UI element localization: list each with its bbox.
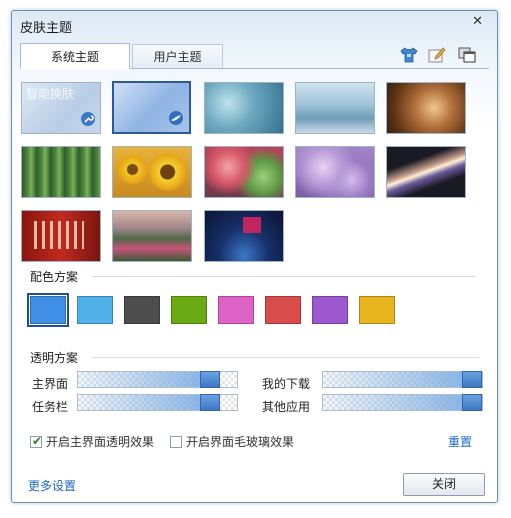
theme-thumb-lilac[interactable] xyxy=(295,146,375,198)
theme-thumb-silk[interactable] xyxy=(386,82,466,134)
theme-thumb-night-globe[interactable] xyxy=(204,210,284,262)
theme-thumb-red-banner[interactable] xyxy=(21,210,101,262)
slider-thumb[interactable] xyxy=(200,371,220,388)
color-swatch[interactable] xyxy=(359,296,395,324)
slider-label-other-apps: 其他应用 xyxy=(262,400,311,414)
color-swatch[interactable] xyxy=(171,296,207,324)
color-scheme-title: 配色方案 xyxy=(30,270,79,284)
theme-thumb-blur-flowers[interactable] xyxy=(204,146,284,198)
theme-thumb-light-streak[interactable] xyxy=(386,146,466,198)
slider-fill xyxy=(78,395,200,410)
slider-thumb[interactable] xyxy=(462,394,482,411)
skin-theme-dialog: 皮肤主题 ✕ 系统主题 用户主题 智能换肤 配色方案 透明方案 主界面 我的下载… xyxy=(11,10,498,503)
checkbox-label: 开启主界面透明效果 xyxy=(46,435,155,449)
slider-label-main: 主界面 xyxy=(32,377,69,391)
checkbox-frosted-glass[interactable]: ✔ 开启界面毛玻璃效果 xyxy=(170,433,294,450)
theme-thumb-bokeh[interactable] xyxy=(204,82,284,134)
theme-thumb-bamboo[interactable] xyxy=(21,146,101,198)
more-settings-link[interactable]: 更多设置 xyxy=(28,477,76,494)
slider-thumb[interactable] xyxy=(200,394,220,411)
transparency-divider xyxy=(92,357,479,358)
checkbox-box[interactable]: ✔ xyxy=(170,436,182,448)
theme-thumb-flower-field[interactable] xyxy=(112,210,192,262)
slider-main-window[interactable] xyxy=(77,371,238,388)
theme-thumb-smart[interactable]: 智能换肤 xyxy=(21,82,101,134)
slider-thumb[interactable] xyxy=(462,371,482,388)
slider-other-apps[interactable] xyxy=(322,394,483,411)
color-swatch[interactable] xyxy=(265,296,301,324)
edit-icon[interactable] xyxy=(428,46,446,64)
close-button[interactable]: 关闭 xyxy=(403,473,485,496)
theme-thumb-sunflower[interactable] xyxy=(112,146,192,198)
color-swatch[interactable] xyxy=(218,296,254,324)
dialog-title: 皮肤主题 xyxy=(20,21,73,36)
checkmark-icon: ✔ xyxy=(32,434,43,448)
slider-taskbar[interactable] xyxy=(77,394,238,411)
theme-thumb-label: 智能换肤 xyxy=(26,87,75,101)
checkbox-label: 开启界面毛玻璃效果 xyxy=(186,435,295,449)
close-icon[interactable]: ✕ xyxy=(472,14,483,29)
slider-fill xyxy=(323,372,462,387)
color-swatch[interactable] xyxy=(27,293,69,327)
tab-user-theme[interactable]: 用户主题 xyxy=(132,44,223,69)
slider-label-taskbar: 任务栏 xyxy=(32,400,69,414)
wrench-icon xyxy=(80,111,96,130)
slider-fill xyxy=(78,372,200,387)
checkbox-box[interactable]: ✔ xyxy=(30,434,43,448)
slider-downloads[interactable] xyxy=(322,371,483,388)
slider-fill xyxy=(323,395,462,410)
color-swatch[interactable] xyxy=(77,296,113,324)
reset-link[interactable]: 重置 xyxy=(448,433,472,450)
tab-system-theme[interactable]: 系统主题 xyxy=(20,43,130,69)
bird-icon xyxy=(167,110,185,129)
shirt-icon[interactable] xyxy=(400,46,418,64)
transparency-title: 透明方案 xyxy=(30,351,79,365)
color-scheme-divider xyxy=(92,276,475,277)
color-swatch[interactable] xyxy=(312,296,348,324)
theme-thumb-mountains[interactable] xyxy=(295,82,375,134)
slider-label-downloads: 我的下载 xyxy=(262,377,311,391)
checkbox-main-transparency[interactable]: ✔ 开启主界面透明效果 xyxy=(30,433,154,450)
color-swatch[interactable] xyxy=(124,296,160,324)
windows-icon[interactable] xyxy=(458,46,476,64)
theme-thumb-blue[interactable] xyxy=(112,81,191,134)
